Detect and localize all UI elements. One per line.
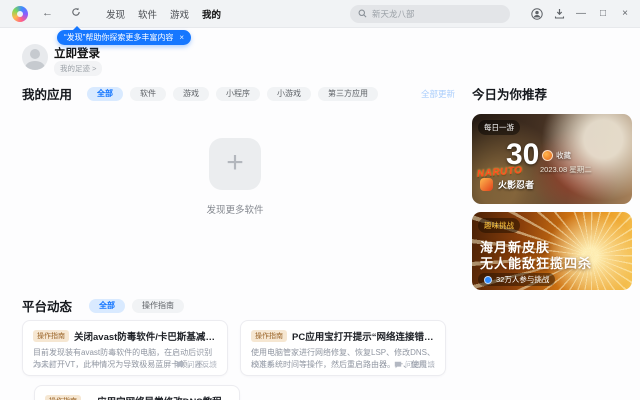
- empty-apps-area: + 发现更多软件: [15, 124, 455, 216]
- close-button[interactable]: ×: [618, 7, 632, 21]
- app-logo-icon[interactable]: [12, 5, 28, 22]
- tab-games[interactable]: 游戏: [173, 86, 210, 101]
- search-icon: [358, 9, 367, 18]
- challenge-title-line2: 无人能敌狂揽四杀: [480, 256, 593, 271]
- account-icon[interactable]: [530, 7, 544, 21]
- news-footer: 29天前 问题反馈: [251, 359, 435, 370]
- main-nav: 发现 软件 游戏 我的: [93, 7, 221, 21]
- titlebar: ← 发现 软件 游戏 我的 新天龙八部 — □ ×: [0, 0, 640, 28]
- nav-software[interactable]: 软件: [138, 7, 157, 21]
- add-software-button[interactable]: +: [209, 138, 261, 190]
- news-card-network-error[interactable]: 操作指南 PC应用宝打开提示“网络连接错误” 使用电脑管家进行网络修复、恢复LS…: [240, 320, 446, 376]
- feed-title: 平台动态: [22, 300, 73, 314]
- refresh-button[interactable]: [67, 5, 85, 22]
- tab-miniprograms[interactable]: 小程序: [216, 86, 261, 101]
- avatar-head: [30, 49, 40, 59]
- feed-tab-all[interactable]: 全部: [89, 298, 126, 313]
- nav-discover[interactable]: 发现: [106, 7, 125, 21]
- tooltip-arrow: [73, 26, 81, 30]
- download-manager-icon[interactable]: [552, 7, 566, 21]
- news-head: 操作指南 关闭avast防毒软件/卡巴斯基减少卡顿现象: [33, 329, 217, 343]
- news-card-avast[interactable]: 操作指南 关闭avast防毒软件/卡巴斯基减少卡顿现象 目前发现装有avast防…: [22, 320, 228, 376]
- recommend-title: 今日为你推荐: [472, 88, 548, 102]
- news-head: 操作指南 pc应用宝网络异常修改DNS教程: [45, 394, 229, 400]
- tab-minigames[interactable]: 小游戏: [267, 86, 312, 101]
- news-head: 操作指南 PC应用宝打开提示“网络连接错误”: [251, 329, 435, 343]
- challenge-badge: 趣味挑战: [478, 218, 520, 233]
- login-button[interactable]: 立即登录: [54, 45, 100, 61]
- tab-software[interactable]: 软件: [130, 86, 167, 101]
- feedback-label: 问题反馈: [405, 360, 435, 369]
- app-window: ← 发现 软件 游戏 我的 新天龙八部 — □ × “发现”帮助你探索更多丰富内…: [0, 0, 640, 400]
- news-title: pc应用宝网络异常修改DNS教程: [86, 394, 222, 400]
- game-name: 火影忍者: [498, 180, 535, 190]
- daily-game-card[interactable]: 每日一游 NARUTO 30 收藏 2023.08 星期二 火影忍者: [472, 114, 632, 204]
- news-time: 26天前: [33, 360, 57, 369]
- footprint-link[interactable]: 我的足迹 >: [54, 61, 103, 76]
- feed-tab-guide[interactable]: 操作指南: [132, 298, 185, 313]
- tooltip-close-icon[interactable]: ×: [179, 33, 184, 42]
- feedback-label: 问题反馈: [187, 360, 217, 369]
- calendar-day: 30: [506, 138, 540, 171]
- my-apps-header: 我的应用 全部 软件 游戏 小程序 小游戏 第三方应用 全部更新: [22, 84, 455, 103]
- feed-tabs: 全部 操作指南: [82, 298, 185, 313]
- feed-header: 平台动态 全部 操作指南: [22, 296, 185, 315]
- tab-all-apps[interactable]: 全部: [87, 86, 124, 101]
- feedback-icon: [176, 361, 184, 368]
- challenge-stat-pill: 32万人参与挑战: [478, 273, 556, 286]
- participants-icon: [484, 275, 492, 284]
- news-card-dns[interactable]: 操作指南 pc应用宝网络异常修改DNS教程: [34, 385, 240, 400]
- search-input[interactable]: [372, 8, 502, 19]
- game-icon: [480, 178, 493, 191]
- news-title: 关闭avast防毒软件/卡巴斯基减少卡顿现象: [74, 332, 217, 343]
- nav-mine[interactable]: 我的: [202, 7, 221, 21]
- favorite-icon: [542, 150, 553, 161]
- favorite-label: 收藏: [556, 151, 571, 160]
- feedback-link[interactable]: 问题反馈: [176, 359, 217, 370]
- calendar-date: 2023.08 星期二: [540, 165, 592, 174]
- news-title: PC应用宝打开提示“网络连接错误”: [292, 332, 435, 343]
- discover-tooltip: “发现”帮助你探索更多丰富内容 ×: [57, 26, 191, 45]
- news-tag: 操作指南: [45, 395, 81, 400]
- news-footer: 26天前 问题反馈: [33, 359, 217, 370]
- my-apps-tabs: 全部 软件 游戏 小程序 小游戏 第三方应用: [80, 86, 379, 101]
- plus-icon: +: [226, 146, 244, 179]
- refresh-icon: [72, 7, 80, 16]
- maximize-button[interactable]: □: [596, 7, 610, 21]
- search-box[interactable]: [350, 4, 510, 23]
- update-all-link[interactable]: 全部更新: [421, 88, 455, 100]
- add-software-label: 发现更多软件: [206, 205, 264, 216]
- nav-games[interactable]: 游戏: [170, 7, 189, 21]
- titlebar-icons: — □ ×: [522, 7, 632, 21]
- news-tag: 操作指南: [251, 330, 287, 342]
- minimize-button[interactable]: —: [574, 7, 588, 21]
- recommend-column: 今日为你推荐 每日一游 NARUTO 30 收藏 2023.08 星期二 火影忍…: [472, 84, 632, 290]
- my-apps-title: 我的应用: [22, 88, 73, 102]
- avatar-body: [25, 61, 45, 70]
- tooltip-text: “发现”帮助你探索更多丰富内容: [64, 33, 174, 42]
- daily-game-badge: 每日一游: [478, 120, 520, 135]
- favorite-row[interactable]: 收藏: [542, 150, 571, 161]
- avatar[interactable]: [22, 44, 48, 70]
- daily-game-row: 火影忍者: [480, 178, 534, 191]
- feedback-icon: [394, 361, 402, 368]
- tab-thirdparty[interactable]: 第三方应用: [318, 86, 379, 101]
- challenge-card[interactable]: 趣味挑战 海月新皮肤 无人能敌狂揽四杀 32万人参与挑战: [472, 212, 632, 290]
- feedback-link[interactable]: 问题反馈: [394, 359, 435, 370]
- feed-grid: 操作指南 关闭avast防毒软件/卡巴斯基减少卡顿现象 目前发现装有avast防…: [22, 320, 446, 400]
- news-time: 29天前: [251, 360, 275, 369]
- back-button[interactable]: ←: [38, 6, 57, 21]
- participants-count: 32万人参与挑战: [496, 275, 550, 284]
- news-tag: 操作指南: [33, 330, 69, 342]
